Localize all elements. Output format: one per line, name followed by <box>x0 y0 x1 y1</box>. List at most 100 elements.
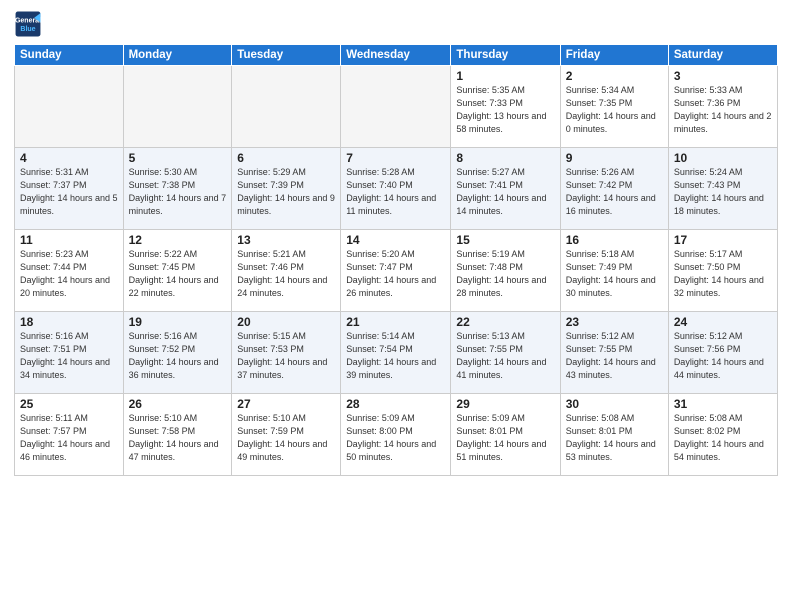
weekday-header-saturday: Saturday <box>668 45 777 66</box>
day-info: Sunrise: 5:15 AMSunset: 7:53 PMDaylight:… <box>237 330 335 382</box>
calendar-cell: 24Sunrise: 5:12 AMSunset: 7:56 PMDayligh… <box>668 312 777 394</box>
calendar-cell: 11Sunrise: 5:23 AMSunset: 7:44 PMDayligh… <box>15 230 124 312</box>
calendar-cell: 30Sunrise: 5:08 AMSunset: 8:01 PMDayligh… <box>560 394 668 476</box>
day-info: Sunrise: 5:21 AMSunset: 7:46 PMDaylight:… <box>237 248 335 300</box>
header: General Blue <box>14 10 778 38</box>
week-row-1: 1Sunrise: 5:35 AMSunset: 7:33 PMDaylight… <box>15 66 778 148</box>
calendar-cell: 25Sunrise: 5:11 AMSunset: 7:57 PMDayligh… <box>15 394 124 476</box>
day-info: Sunrise: 5:31 AMSunset: 7:37 PMDaylight:… <box>20 166 118 218</box>
calendar-cell: 1Sunrise: 5:35 AMSunset: 7:33 PMDaylight… <box>451 66 560 148</box>
week-row-2: 4Sunrise: 5:31 AMSunset: 7:37 PMDaylight… <box>15 148 778 230</box>
day-number: 30 <box>566 397 663 411</box>
day-number: 13 <box>237 233 335 247</box>
day-number: 4 <box>20 151 118 165</box>
day-number: 28 <box>346 397 445 411</box>
calendar-cell <box>123 66 232 148</box>
calendar-cell: 26Sunrise: 5:10 AMSunset: 7:58 PMDayligh… <box>123 394 232 476</box>
weekday-header-friday: Friday <box>560 45 668 66</box>
weekday-header-sunday: Sunday <box>15 45 124 66</box>
day-number: 5 <box>129 151 227 165</box>
calendar: SundayMondayTuesdayWednesdayThursdayFrid… <box>14 44 778 476</box>
weekday-header-wednesday: Wednesday <box>341 45 451 66</box>
calendar-cell: 15Sunrise: 5:19 AMSunset: 7:48 PMDayligh… <box>451 230 560 312</box>
day-info: Sunrise: 5:13 AMSunset: 7:55 PMDaylight:… <box>456 330 554 382</box>
day-info: Sunrise: 5:10 AMSunset: 7:58 PMDaylight:… <box>129 412 227 464</box>
calendar-cell: 23Sunrise: 5:12 AMSunset: 7:55 PMDayligh… <box>560 312 668 394</box>
day-number: 3 <box>674 69 772 83</box>
calendar-cell: 21Sunrise: 5:14 AMSunset: 7:54 PMDayligh… <box>341 312 451 394</box>
day-info: Sunrise: 5:28 AMSunset: 7:40 PMDaylight:… <box>346 166 445 218</box>
day-number: 10 <box>674 151 772 165</box>
day-info: Sunrise: 5:23 AMSunset: 7:44 PMDaylight:… <box>20 248 118 300</box>
day-info: Sunrise: 5:14 AMSunset: 7:54 PMDaylight:… <box>346 330 445 382</box>
calendar-cell <box>341 66 451 148</box>
calendar-cell <box>15 66 124 148</box>
calendar-cell: 31Sunrise: 5:08 AMSunset: 8:02 PMDayligh… <box>668 394 777 476</box>
svg-text:Blue: Blue <box>20 26 35 33</box>
week-row-4: 18Sunrise: 5:16 AMSunset: 7:51 PMDayligh… <box>15 312 778 394</box>
day-info: Sunrise: 5:26 AMSunset: 7:42 PMDaylight:… <box>566 166 663 218</box>
day-info: Sunrise: 5:33 AMSunset: 7:36 PMDaylight:… <box>674 84 772 136</box>
day-info: Sunrise: 5:20 AMSunset: 7:47 PMDaylight:… <box>346 248 445 300</box>
calendar-cell: 17Sunrise: 5:17 AMSunset: 7:50 PMDayligh… <box>668 230 777 312</box>
day-number: 25 <box>20 397 118 411</box>
day-number: 11 <box>20 233 118 247</box>
day-info: Sunrise: 5:09 AMSunset: 8:00 PMDaylight:… <box>346 412 445 464</box>
day-info: Sunrise: 5:30 AMSunset: 7:38 PMDaylight:… <box>129 166 227 218</box>
day-number: 19 <box>129 315 227 329</box>
day-number: 24 <box>674 315 772 329</box>
day-info: Sunrise: 5:22 AMSunset: 7:45 PMDaylight:… <box>129 248 227 300</box>
day-number: 27 <box>237 397 335 411</box>
day-number: 9 <box>566 151 663 165</box>
day-number: 23 <box>566 315 663 329</box>
day-info: Sunrise: 5:12 AMSunset: 7:56 PMDaylight:… <box>674 330 772 382</box>
day-info: Sunrise: 5:17 AMSunset: 7:50 PMDaylight:… <box>674 248 772 300</box>
day-info: Sunrise: 5:12 AMSunset: 7:55 PMDaylight:… <box>566 330 663 382</box>
calendar-cell: 5Sunrise: 5:30 AMSunset: 7:38 PMDaylight… <box>123 148 232 230</box>
day-info: Sunrise: 5:19 AMSunset: 7:48 PMDaylight:… <box>456 248 554 300</box>
day-number: 29 <box>456 397 554 411</box>
day-number: 21 <box>346 315 445 329</box>
day-number: 15 <box>456 233 554 247</box>
day-info: Sunrise: 5:27 AMSunset: 7:41 PMDaylight:… <box>456 166 554 218</box>
calendar-cell: 14Sunrise: 5:20 AMSunset: 7:47 PMDayligh… <box>341 230 451 312</box>
day-info: Sunrise: 5:34 AMSunset: 7:35 PMDaylight:… <box>566 84 663 136</box>
calendar-cell: 16Sunrise: 5:18 AMSunset: 7:49 PMDayligh… <box>560 230 668 312</box>
calendar-cell: 12Sunrise: 5:22 AMSunset: 7:45 PMDayligh… <box>123 230 232 312</box>
calendar-cell: 10Sunrise: 5:24 AMSunset: 7:43 PMDayligh… <box>668 148 777 230</box>
day-info: Sunrise: 5:11 AMSunset: 7:57 PMDaylight:… <box>20 412 118 464</box>
calendar-cell: 18Sunrise: 5:16 AMSunset: 7:51 PMDayligh… <box>15 312 124 394</box>
day-info: Sunrise: 5:10 AMSunset: 7:59 PMDaylight:… <box>237 412 335 464</box>
weekday-header-monday: Monday <box>123 45 232 66</box>
day-number: 6 <box>237 151 335 165</box>
day-number: 12 <box>129 233 227 247</box>
day-number: 17 <box>674 233 772 247</box>
page: General Blue SundayMondayTuesdayWednesda… <box>0 0 792 612</box>
day-info: Sunrise: 5:09 AMSunset: 8:01 PMDaylight:… <box>456 412 554 464</box>
day-number: 8 <box>456 151 554 165</box>
day-info: Sunrise: 5:08 AMSunset: 8:02 PMDaylight:… <box>674 412 772 464</box>
day-number: 18 <box>20 315 118 329</box>
weekday-header-row: SundayMondayTuesdayWednesdayThursdayFrid… <box>15 45 778 66</box>
calendar-cell: 2Sunrise: 5:34 AMSunset: 7:35 PMDaylight… <box>560 66 668 148</box>
calendar-cell: 20Sunrise: 5:15 AMSunset: 7:53 PMDayligh… <box>232 312 341 394</box>
day-number: 26 <box>129 397 227 411</box>
logo-icon: General Blue <box>14 10 42 38</box>
day-number: 20 <box>237 315 335 329</box>
calendar-cell: 22Sunrise: 5:13 AMSunset: 7:55 PMDayligh… <box>451 312 560 394</box>
day-info: Sunrise: 5:35 AMSunset: 7:33 PMDaylight:… <box>456 84 554 136</box>
day-info: Sunrise: 5:29 AMSunset: 7:39 PMDaylight:… <box>237 166 335 218</box>
calendar-cell: 19Sunrise: 5:16 AMSunset: 7:52 PMDayligh… <box>123 312 232 394</box>
day-number: 14 <box>346 233 445 247</box>
calendar-cell: 28Sunrise: 5:09 AMSunset: 8:00 PMDayligh… <box>341 394 451 476</box>
calendar-cell: 7Sunrise: 5:28 AMSunset: 7:40 PMDaylight… <box>341 148 451 230</box>
day-number: 7 <box>346 151 445 165</box>
calendar-cell: 6Sunrise: 5:29 AMSunset: 7:39 PMDaylight… <box>232 148 341 230</box>
calendar-cell: 9Sunrise: 5:26 AMSunset: 7:42 PMDaylight… <box>560 148 668 230</box>
logo: General Blue <box>14 10 42 38</box>
day-info: Sunrise: 5:18 AMSunset: 7:49 PMDaylight:… <box>566 248 663 300</box>
day-number: 1 <box>456 69 554 83</box>
weekday-header-thursday: Thursday <box>451 45 560 66</box>
week-row-3: 11Sunrise: 5:23 AMSunset: 7:44 PMDayligh… <box>15 230 778 312</box>
day-info: Sunrise: 5:16 AMSunset: 7:51 PMDaylight:… <box>20 330 118 382</box>
